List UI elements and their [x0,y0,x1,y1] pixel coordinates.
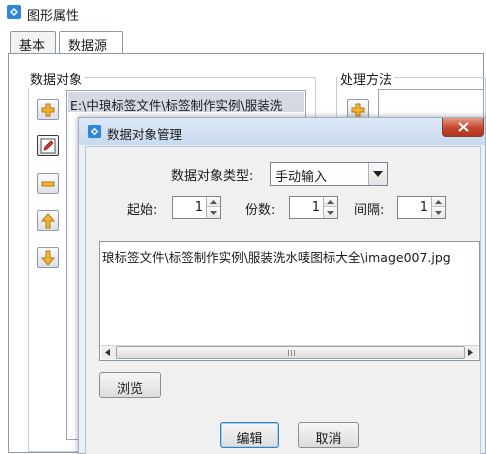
data-objects-label: 数据对象 [28,69,85,88]
dialog-title: 数据对象管理 [107,127,183,142]
horizontal-scrollbar[interactable] [101,345,478,359]
caret-down-icon [435,211,442,215]
data-object-manager-dialog: 数据对象管理 数据对象类型: 手动输入 起始: 1 份数: 1 间隔: 1 琅标… [78,117,486,454]
data-object-type-select[interactable]: 手动输入 [270,162,388,186]
caret-down-icon [327,211,334,215]
cancel-button[interactable]: 取消 [298,422,359,448]
interval-label: 间隔: [354,203,385,218]
chevron-down-icon [373,171,383,177]
start-value: 1 [194,200,203,215]
tab-basic[interactable]: 基本 [10,31,56,54]
close-button[interactable] [442,118,484,137]
minus-icon [41,181,55,187]
copies-spinner-buttons [323,197,337,218]
processing-list[interactable] [378,89,484,119]
edit-data-object-button[interactable] [37,135,59,156]
caret-right-icon [468,349,473,356]
pencil-icon [40,138,56,154]
interval-increment-button[interactable] [432,197,445,207]
interval-spinner-buttons [431,197,445,218]
copies-decrement-button[interactable] [324,208,337,218]
window-title: 图形属性 [27,9,80,24]
start-decrement-button[interactable] [207,208,220,218]
scroll-right-button[interactable] [464,346,478,359]
grip-icon [288,350,295,356]
copies-label: 份数: [245,203,276,218]
caret-up-icon [435,200,442,204]
plus-icon [41,103,55,117]
browse-button-label: 浏览 [116,382,143,397]
move-up-button[interactable] [37,210,59,231]
copies-spinner[interactable]: 1 [289,196,338,219]
copies-increment-button[interactable] [324,197,337,207]
list-item[interactable]: E:\中琅标签文件\标签制作实例\服装洗 [68,92,304,112]
tab-basic-label: 基本 [19,39,46,54]
data-object-type-value: 手动输入 [275,170,328,185]
add-data-object-button[interactable] [37,99,59,120]
dialog-body: 数据对象类型: 手动输入 起始: 1 份数: 1 间隔: 1 琅标签文件\标签制… [85,146,481,454]
caret-up-icon [327,200,334,204]
caret-left-icon [105,349,110,356]
dialog-titlebar: 数据对象管理 [79,118,485,145]
arrow-down-icon [40,250,56,266]
move-down-button[interactable] [37,247,59,268]
start-spinner[interactable]: 1 [172,196,221,219]
data-object-type-label: 数据对象类型: [171,169,254,184]
start-spinner-buttons [206,197,220,218]
edit-button-label: 编辑 [236,432,263,447]
app-icon [7,5,21,19]
dropdown-button[interactable] [368,163,387,185]
caret-down-icon [210,211,217,215]
scroll-left-button[interactable] [101,346,115,359]
data-content-textarea[interactable]: 琅标签文件\标签制作实例\服装洗水唛图标大全\image007.jpg [99,241,480,361]
copies-value: 1 [311,200,320,215]
tab-data-source-label: 数据源 [68,39,108,54]
plus-icon [351,103,365,117]
remove-data-object-button[interactable] [37,173,59,194]
interval-value: 1 [419,200,428,215]
start-increment-button[interactable] [207,197,220,207]
edit-button[interactable]: 编辑 [220,422,279,448]
cancel-button-label: 取消 [315,432,342,447]
tab-data-source[interactable]: 数据源 [59,31,123,55]
arrow-up-icon [40,213,56,229]
interval-decrement-button[interactable] [432,208,445,218]
start-label: 起始: [127,203,158,218]
caret-up-icon [210,200,217,204]
app-icon [87,124,102,139]
scrollbar-thumb[interactable] [116,346,465,359]
interval-spinner[interactable]: 1 [397,196,446,219]
main-titlebar: 图形属性 [0,0,486,26]
processing-label: 处理方法 [338,69,395,88]
browse-button[interactable]: 浏览 [99,372,161,398]
close-icon [458,122,469,132]
data-content-text: 琅标签文件\标签制作实例\服装洗水唛图标大全\image007.jpg [102,250,451,265]
